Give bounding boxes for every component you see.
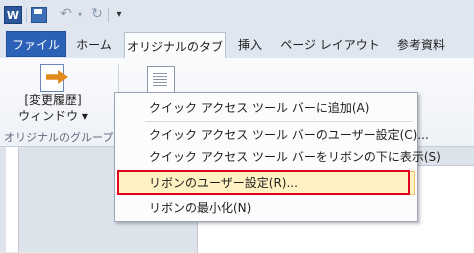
qat-divider — [26, 8, 27, 22]
tab-original[interactable]: オリジナルのタブ — [124, 32, 226, 59]
button-label-line1: [変更履歴] — [24, 93, 82, 107]
button-label-line2: ウィンドウ ▾ — [18, 109, 88, 123]
vertical-ruler — [6, 147, 19, 252]
context-menu: クイック アクセス ツール バーに追加(A) クイック アクセス ツール バーの… — [114, 92, 441, 222]
menu-item-customize-qat[interactable]: クイック アクセス ツール バーのユーザー設定(C)... — [149, 124, 429, 145]
undo-dropdown-icon[interactable]: ▾ — [76, 6, 84, 22]
tab-references[interactable]: 参考資料 — [388, 32, 454, 57]
track-changes-window-icon — [38, 62, 68, 92]
menu-item-show-qat-below[interactable]: クイック アクセス ツール バーをリボンの下に表示(S) — [149, 146, 441, 167]
qat-divider — [108, 8, 109, 22]
menu-separator — [145, 121, 413, 122]
menu-item-add-to-qat[interactable]: クイック アクセス ツール バーに追加(A) — [149, 97, 369, 118]
word-app-icon[interactable]: W — [4, 6, 22, 24]
redo-icon[interactable]: ↻ — [90, 6, 104, 22]
track-changes-window-button[interactable]: [変更履歴] ウィンドウ ▾ — [14, 62, 92, 124]
tab-home[interactable]: ホーム — [68, 32, 120, 57]
tab-page-layout[interactable]: ページ レイアウト — [278, 32, 382, 57]
tab-file[interactable]: ファイル — [6, 31, 66, 57]
menu-item-minimize-ribbon[interactable]: リボンの最小化(N) — [149, 197, 251, 218]
quick-access-toolbar: W ↶ ▾ ↻ ▾ — [0, 0, 474, 28]
group-title: オリジナルのグループ — [4, 131, 114, 144]
annotation-highlight-box — [117, 170, 410, 195]
ribbon-tabs: ファイル ホーム オリジナルのタブ 挿入 ページ レイアウト 参考資料 — [0, 28, 474, 59]
undo-icon[interactable]: ↶ — [56, 6, 76, 22]
save-icon[interactable] — [31, 7, 47, 23]
tab-insert[interactable]: 挿入 — [228, 32, 272, 57]
customize-qat-icon[interactable]: ▾ — [114, 6, 124, 22]
